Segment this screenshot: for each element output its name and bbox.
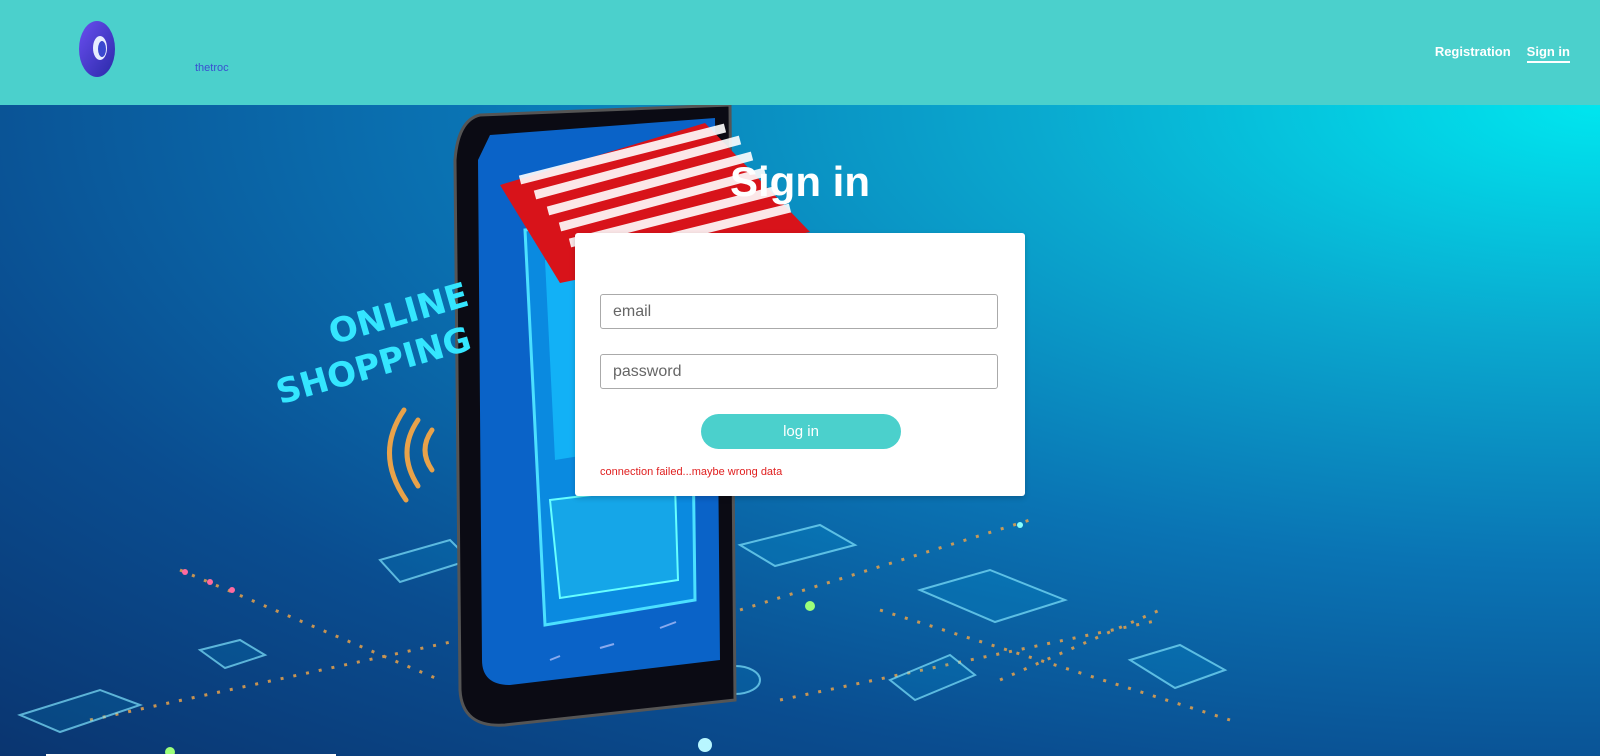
signin-form: log in connection failed...maybe wrong d…: [575, 233, 1025, 496]
email-input[interactable]: [600, 294, 998, 329]
online-shopping-text: ONLINE SHOPPING: [272, 275, 476, 413]
logo[interactable]: thetroc: [78, 20, 229, 78]
nav-registration-link[interactable]: Registration: [1435, 44, 1511, 63]
top-header: thetroc Registration Sign in: [0, 0, 1600, 105]
login-button[interactable]: log in: [701, 414, 901, 449]
contactless-icon: [387, 407, 435, 503]
error-message: connection failed...maybe wrong data: [600, 466, 783, 478]
top-nav: Registration Sign in: [1435, 44, 1570, 63]
logo-ring-icon: [79, 21, 115, 77]
page-title: Sign in: [730, 158, 870, 205]
password-input[interactable]: [600, 354, 998, 389]
brand-name: thetroc: [195, 62, 229, 74]
nav-signin-link[interactable]: Sign in: [1526, 44, 1570, 63]
